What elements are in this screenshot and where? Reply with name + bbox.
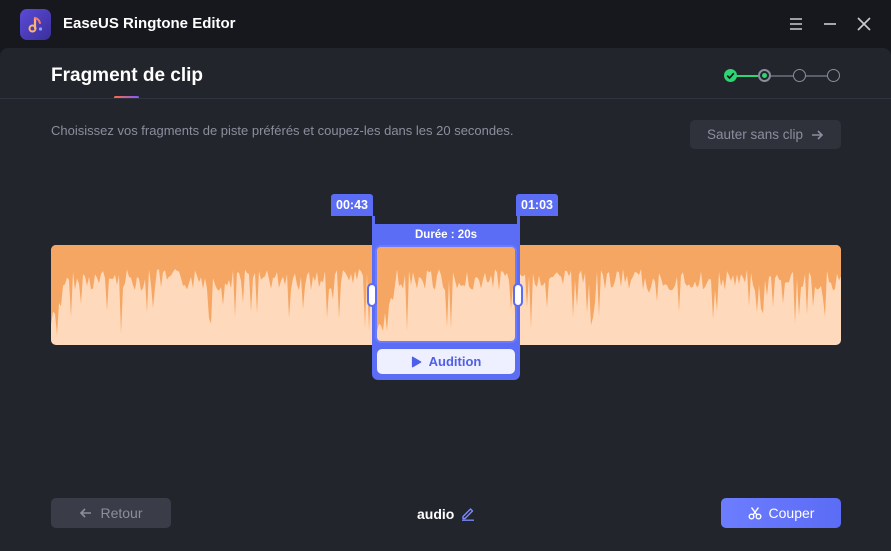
arrow-left-icon	[80, 508, 92, 518]
progress-stepper	[724, 68, 844, 84]
step-connector	[805, 75, 827, 77]
step-connector	[771, 75, 793, 77]
step-connector	[736, 75, 758, 77]
header-divider	[0, 98, 891, 99]
step-pending-icon	[827, 69, 840, 82]
play-icon	[411, 356, 422, 367]
minimize-icon[interactable]	[818, 12, 842, 36]
page-title: Fragment de clip	[51, 65, 204, 86]
app-title: EaseUS Ringtone Editor	[63, 15, 236, 32]
instruction-text: Choisissez vos fragments de piste préfér…	[51, 123, 514, 138]
skip-label: Sauter sans clip	[706, 127, 804, 142]
cut-label: Couper	[768, 505, 815, 521]
menu-icon[interactable]	[784, 12, 808, 36]
main-panel: Fragment de clip Choisissez vos fragment…	[0, 48, 891, 551]
step-done-icon	[724, 69, 737, 82]
selected-waveform-graphic	[377, 247, 515, 331]
arrow-right-icon	[812, 129, 824, 140]
back-label: Retour	[100, 505, 143, 521]
close-icon[interactable]	[852, 12, 876, 36]
step-current-icon	[758, 69, 771, 82]
back-button[interactable]: Retour	[51, 498, 171, 528]
edit-icon[interactable]	[460, 505, 476, 521]
title-bar: EaseUS Ringtone Editor	[0, 0, 891, 48]
clip-duration: Durée : 20s	[414, 229, 477, 241]
cut-button[interactable]: Couper	[721, 498, 841, 528]
step-pending-icon	[793, 69, 806, 82]
waveform-path	[377, 247, 515, 331]
audition-label: Audition	[428, 354, 482, 369]
app-logo-icon	[20, 9, 51, 40]
selected-waveform	[375, 245, 517, 343]
start-handle[interactable]	[367, 283, 377, 307]
clip-end-time: 01:03	[516, 194, 558, 216]
skip-without-clip-button[interactable]: Sauter sans clip	[690, 120, 841, 149]
file-name: audio	[417, 506, 455, 522]
audition-button[interactable]: Audition	[377, 349, 515, 374]
clip-selection[interactable]: Durée : 20s Audition	[367, 224, 523, 380]
clip-start-time: 00:43	[331, 194, 373, 216]
scissors-icon	[748, 507, 762, 520]
end-handle[interactable]	[513, 283, 523, 307]
